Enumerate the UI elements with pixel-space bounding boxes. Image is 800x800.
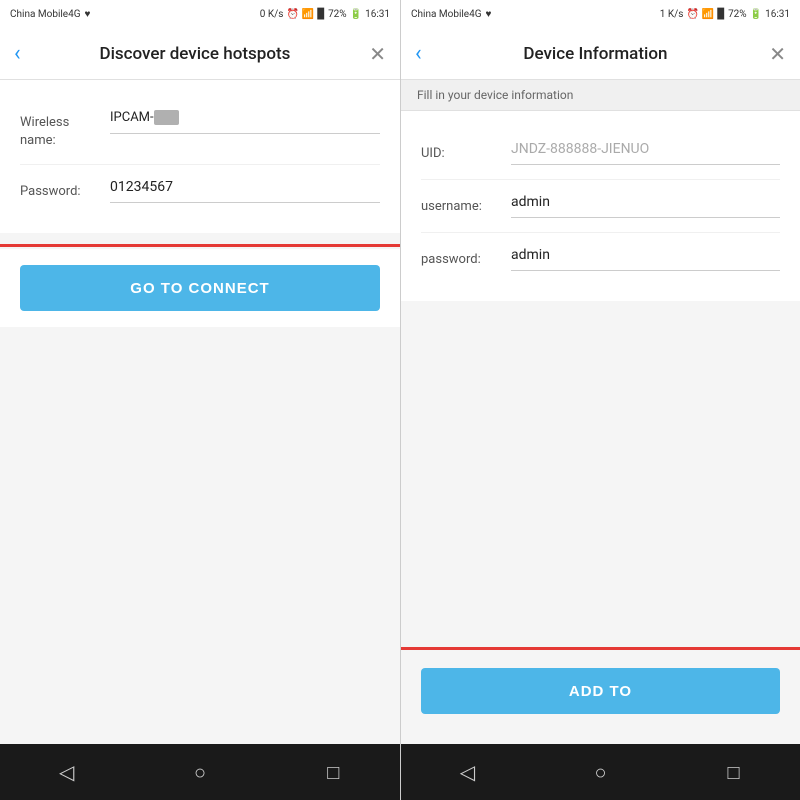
left-signal-icon: ▉ bbox=[317, 9, 325, 20]
right-title-bar: ‹ Device Information ✕ bbox=[401, 28, 800, 80]
right-title: Device Information bbox=[422, 44, 770, 64]
uid-value[interactable]: JNDZ-888888-JIENUO bbox=[511, 141, 780, 165]
right-spacer bbox=[401, 309, 800, 652]
subtitle-bar: Fill in your device information bbox=[401, 80, 800, 111]
right-carrier: China Mobile4G bbox=[411, 9, 482, 20]
device-form-section: UID: JNDZ-888888-JIENUO username: admin … bbox=[401, 111, 800, 301]
right-status-left: China Mobile4G ♥ bbox=[411, 9, 491, 20]
right-status-right: 1 K/s ⏰ 📶 ▉ 72% 🔋 16:31 bbox=[660, 9, 790, 20]
add-to-button[interactable]: ADD TO bbox=[421, 668, 780, 714]
left-heart-icon: ♥ bbox=[85, 9, 91, 20]
left-content: Wirelessname: IPCAM- Password: 01234567 … bbox=[0, 80, 400, 744]
username-label: username: bbox=[421, 194, 511, 216]
left-panel: China Mobile4G ♥ 0 K/s ⏰ 📶 ▉ 72% 🔋 16:31… bbox=[0, 0, 400, 800]
right-home-nav-icon[interactable]: ○ bbox=[581, 752, 621, 792]
right-status-bar: China Mobile4G ♥ 1 K/s ⏰ 📶 ▉ 72% 🔋 16:31 bbox=[401, 0, 800, 28]
left-spacer bbox=[0, 327, 400, 744]
connect-button-area: GO TO CONNECT bbox=[0, 249, 400, 327]
left-form-section: Wirelessname: IPCAM- Password: 01234567 bbox=[0, 80, 400, 233]
add-button-area: ADD TO bbox=[401, 652, 800, 744]
left-wifi-icon: 📶 bbox=[302, 9, 314, 20]
right-recent-nav-icon[interactable]: □ bbox=[714, 752, 754, 792]
device-password-value[interactable]: admin bbox=[511, 247, 780, 271]
right-time: 16:31 bbox=[765, 9, 790, 20]
wireless-blurred bbox=[154, 110, 179, 125]
right-back-button[interactable]: ‹ bbox=[415, 43, 422, 65]
left-home-nav-icon[interactable]: ○ bbox=[180, 752, 220, 792]
password-row: Password: 01234567 bbox=[20, 165, 380, 217]
left-battery-icon: 🔋 bbox=[350, 9, 362, 20]
wireless-name-row: Wirelessname: IPCAM- bbox=[20, 96, 380, 165]
password-label: Password: bbox=[20, 179, 110, 201]
left-back-button[interactable]: ‹ bbox=[14, 43, 21, 65]
left-title: Discover device hotspots bbox=[21, 44, 370, 64]
password-value: 01234567 bbox=[110, 179, 380, 203]
right-close-button[interactable]: ✕ bbox=[769, 44, 786, 64]
wireless-value: IPCAM- bbox=[110, 110, 380, 134]
left-battery-pct: 72% bbox=[328, 9, 347, 20]
username-value[interactable]: admin bbox=[511, 194, 780, 218]
right-heart-icon: ♥ bbox=[486, 9, 492, 20]
subtitle-text: Fill in your device information bbox=[417, 88, 573, 102]
left-back-nav-icon[interactable]: ◁ bbox=[47, 752, 87, 792]
right-battery-icon: 🔋 bbox=[750, 9, 762, 20]
left-title-bar: ‹ Discover device hotspots ✕ bbox=[0, 28, 400, 80]
uid-row: UID: JNDZ-888888-JIENUO bbox=[421, 127, 780, 180]
left-speed: 0 K/s bbox=[260, 9, 284, 20]
right-nav-bar: ◁ ○ □ bbox=[401, 744, 800, 800]
left-carrier: China Mobile4G bbox=[10, 9, 81, 20]
left-nav-bar: ◁ ○ □ bbox=[0, 744, 400, 800]
left-status-right: 0 K/s ⏰ 📶 ▉ 72% 🔋 16:31 bbox=[260, 9, 390, 20]
right-signal-icon: ▉ bbox=[717, 9, 725, 20]
right-content: Fill in your device information UID: JND… bbox=[401, 80, 800, 744]
right-panel: China Mobile4G ♥ 1 K/s ⏰ 📶 ▉ 72% 🔋 16:31… bbox=[400, 0, 800, 800]
left-status-bar: China Mobile4G ♥ 0 K/s ⏰ 📶 ▉ 72% 🔋 16:31 bbox=[0, 0, 400, 28]
uid-label: UID: bbox=[421, 141, 511, 163]
left-close-button[interactable]: ✕ bbox=[369, 44, 386, 64]
left-recent-nav-icon[interactable]: □ bbox=[313, 752, 353, 792]
wireless-label: Wirelessname: bbox=[20, 110, 110, 150]
username-row: username: admin bbox=[421, 180, 780, 233]
device-password-label: password: bbox=[421, 247, 511, 269]
left-clock-icon: ⏰ bbox=[286, 9, 298, 20]
right-battery-pct: 72% bbox=[728, 9, 747, 20]
right-wifi-icon: 📶 bbox=[702, 9, 714, 20]
device-password-row: password: admin bbox=[421, 233, 780, 285]
left-time: 16:31 bbox=[365, 9, 390, 20]
right-clock-icon: ⏰ bbox=[686, 9, 698, 20]
go-to-connect-button[interactable]: GO TO CONNECT bbox=[20, 265, 380, 311]
right-speed: 1 K/s bbox=[660, 9, 684, 20]
right-back-nav-icon[interactable]: ◁ bbox=[448, 752, 488, 792]
left-status-left: China Mobile4G ♥ bbox=[10, 9, 90, 20]
